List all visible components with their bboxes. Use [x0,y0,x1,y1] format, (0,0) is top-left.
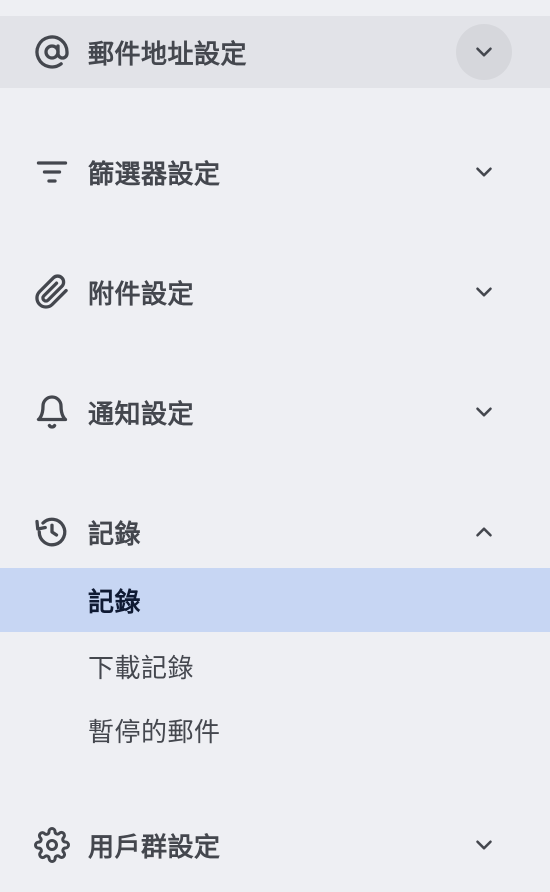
at-sign-icon [33,33,71,71]
bell-icon [33,393,71,431]
section-attachment-settings[interactable]: 附件設定 [0,256,550,328]
section-email-address-settings[interactable]: 郵件地址設定 [0,16,550,88]
section-label: 通知設定 [88,399,195,430]
section-label: 篩選器設定 [88,159,221,190]
chevron-down-icon[interactable] [456,144,512,200]
section-label: 用戶群設定 [88,832,221,863]
section-filter-settings[interactable]: 篩選器設定 [0,136,550,208]
chevron-down-icon[interactable] [456,264,512,320]
chevron-down-icon[interactable] [456,817,512,873]
submenu-item-paused-mail[interactable]: 暫停的郵件 [0,698,550,762]
submenu-item-label: 暫停的郵件 [88,717,221,748]
section-label: 附件設定 [88,279,195,310]
submenu-item-download-logs[interactable]: 下載記錄 [0,634,550,698]
section-logs[interactable]: 記錄 [0,496,550,568]
section-label: 記錄 [88,519,142,550]
section-label: 郵件地址設定 [88,39,248,70]
history-icon [33,513,71,551]
chevron-down-icon[interactable] [456,384,512,440]
section-notification-settings[interactable]: 通知設定 [0,376,550,448]
chevron-down-icon[interactable] [456,24,512,80]
chevron-up-icon[interactable] [456,504,512,560]
gear-icon [33,826,71,864]
submenu-item-logs[interactable]: 記錄 [0,568,550,632]
submenu-item-label: 下載記錄 [88,653,195,684]
filter-icon [33,153,71,191]
paperclip-icon [33,273,71,311]
submenu-item-label: 記錄 [88,587,142,618]
section-user-group-settings[interactable]: 用戶群設定 [0,809,550,881]
